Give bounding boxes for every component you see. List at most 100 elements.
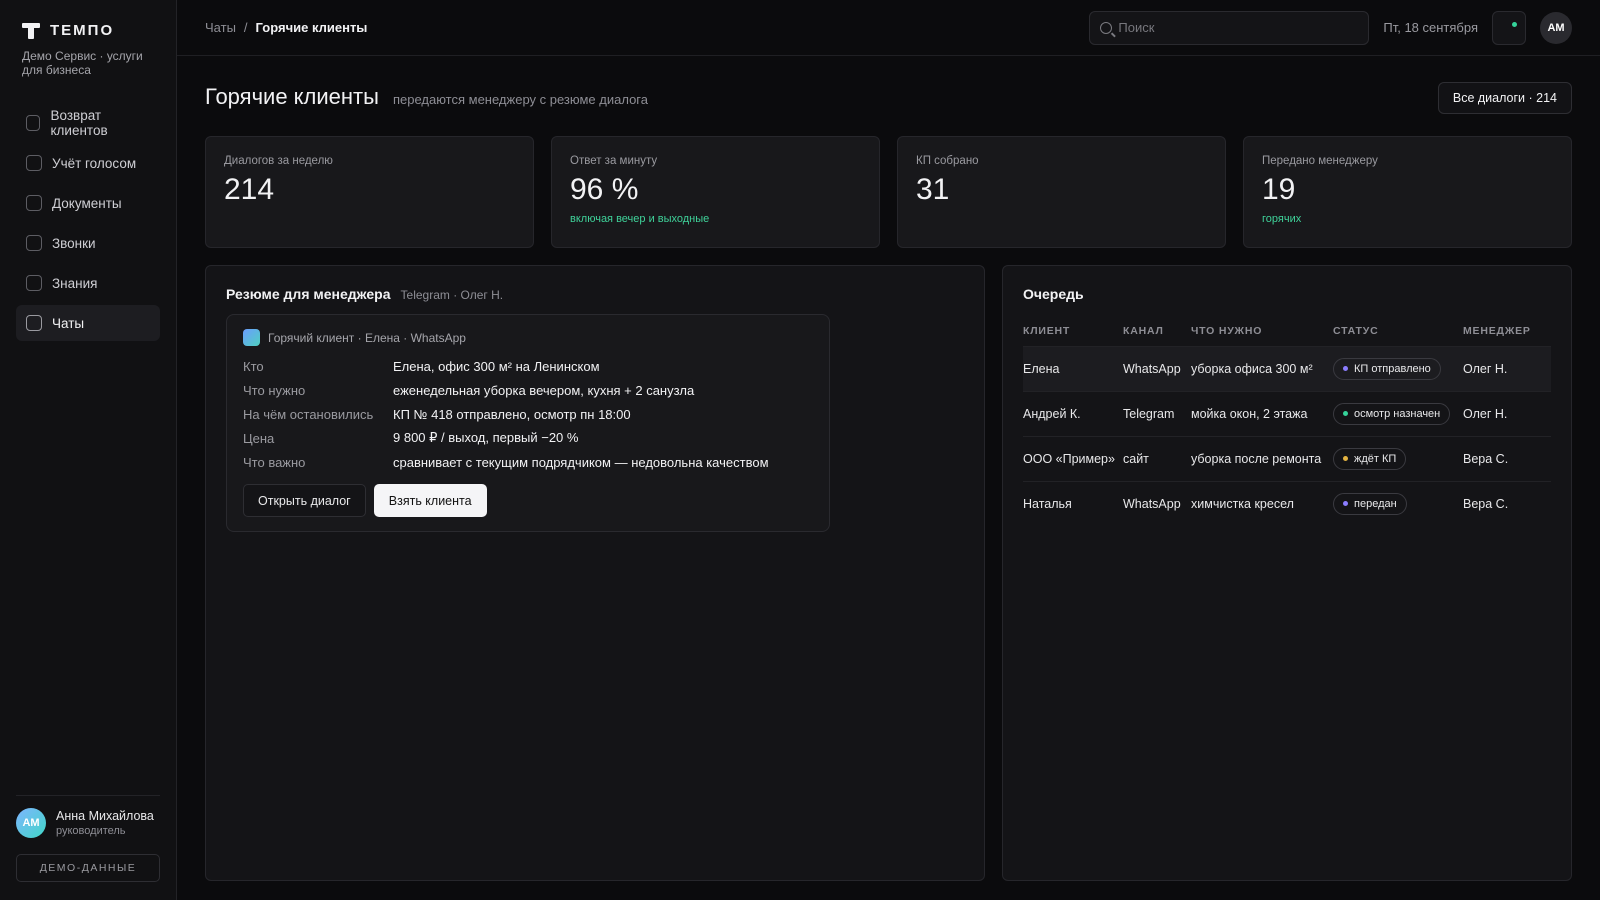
summary-value: сравнивает с текущим подрядчиком — недов… <box>393 454 769 470</box>
status-cell: передан <box>1333 480 1463 526</box>
stat-value: 214 <box>224 173 275 206</box>
client-cell: Андрей К. <box>1023 390 1123 436</box>
breadcrumb-separator: / <box>243 20 248 35</box>
stat-label: Ответ за минуту <box>570 155 658 167</box>
notifications-button[interactable] <box>1492 10 1526 45</box>
summary-actions: Открыть диалог Взять клиента <box>243 484 813 517</box>
user-role: руководитель <box>56 825 126 837</box>
topbar-actions: Пт, 18 сентября АМ <box>1089 10 1572 45</box>
queue-title: Очередь <box>1023 286 1084 302</box>
all-dialogs-button[interactable]: Все диалоги · 214 <box>1437 82 1572 114</box>
status-text: КП отправлено <box>1354 362 1431 375</box>
stat-value: 31 <box>916 173 950 206</box>
stat-card: Передано менеджеру 19 горячих <box>1243 136 1572 248</box>
brand-name: ТЕМПО <box>50 22 115 39</box>
manager-cell: Олег Н. <box>1463 345 1551 391</box>
take-client-button[interactable]: Взять клиента <box>373 484 487 517</box>
status-cell: осмотр назначен <box>1333 390 1463 436</box>
status-dot-icon <box>1343 411 1348 416</box>
summary-row: На чём остановились КП № 418 отправлено, … <box>243 402 813 426</box>
summary-key: Цена <box>243 430 275 446</box>
status-badge: осмотр назначен <box>1333 402 1451 425</box>
status-text: передан <box>1354 497 1397 510</box>
summary-title-text: Резюме для менеджера <box>226 286 391 302</box>
user-avatar: АМ <box>16 808 46 838</box>
column-header[interactable]: КАНАЛ <box>1123 316 1191 346</box>
user-profile[interactable]: АМ Анна Михайлова руководитель <box>16 795 160 838</box>
table-row[interactable]: Андрей К. Telegram мойка окон, 2 этажа о… <box>1023 390 1551 436</box>
sidebar-nav: Возврат клиентов Учёт голосом Документы … <box>16 105 160 343</box>
square-icon <box>26 315 42 331</box>
sidebar-item-label: Возврат клиентов <box>50 108 108 138</box>
breadcrumb-parent[interactable]: Чаты <box>205 20 236 35</box>
stat-note: горячих <box>1262 213 1302 225</box>
table-row[interactable]: ООО «Пример» сайт уборка после ремонта ж… <box>1023 435 1551 481</box>
summary-key: Кто <box>243 358 264 374</box>
summary-row: Что важно сравнивает с текущим подрядчико… <box>243 450 813 474</box>
channel-cell: Telegram <box>1123 390 1191 436</box>
open-dialog-button[interactable]: Открыть диалог <box>243 484 366 517</box>
summary-key: На чём остановились <box>243 406 374 422</box>
stats-row: Диалогов за неделю 214 Ответ за минуту 9… <box>177 136 1600 248</box>
sidebar-item-voice[interactable]: Учёт голосом <box>16 145 160 181</box>
sidebar-item-label: Документы <box>52 195 122 211</box>
table-row[interactable]: Елена WhatsApp уборка офиса 300 м² КП от… <box>1023 345 1551 391</box>
status-cell: ждёт КП <box>1333 435 1463 481</box>
page-title: Горячие клиенты <box>205 84 379 109</box>
status-dot-icon <box>1343 456 1348 461</box>
search-box <box>1089 10 1370 45</box>
status-text: ждёт КП <box>1354 452 1397 465</box>
page-subtitle: передаются менеджеру с резюме диалога <box>392 92 648 107</box>
queue-panel: Очередь КЛИЕНТ КАНАЛ ЧТО НУЖНО СТАТУС МЕ… <box>1002 265 1572 881</box>
channel-cell: WhatsApp <box>1123 345 1191 391</box>
need-cell: уборка после ремонта <box>1191 435 1333 481</box>
column-header[interactable]: КЛИЕНТ <box>1023 316 1123 346</box>
column-header[interactable]: СТАТУС <box>1333 316 1463 346</box>
square-icon <box>26 115 41 131</box>
main-area: Чаты / Горячие клиенты Пт, 18 сентября А… <box>177 0 1600 900</box>
summary-key: Что важно <box>243 454 306 470</box>
channel-cell: WhatsApp <box>1123 480 1191 526</box>
status-dot-icon <box>1343 366 1348 371</box>
sidebar: ТЕМПО Демо Сервис · услуги для бизнеса В… <box>0 0 177 900</box>
status-dot-icon <box>1343 501 1348 507</box>
summary-row: Что нужно еженедельная уборка вечером, ку… <box>243 378 813 402</box>
stat-value: 96 % <box>570 173 639 206</box>
panels: Резюме для менеджера Telegram · Олег Н. Г… <box>177 265 1600 881</box>
stat-label: Диалогов за неделю <box>224 155 333 167</box>
sidebar-item-chats[interactable]: Чаты <box>16 305 160 341</box>
sidebar-item-label: Знания <box>52 275 98 291</box>
status-badge: ждёт КП <box>1333 447 1407 470</box>
topbar: Чаты / Горячие клиенты Пт, 18 сентября А… <box>177 0 1600 56</box>
square-icon <box>26 155 42 171</box>
avatar[interactable]: АМ <box>1540 11 1572 44</box>
client-cell: Елена <box>1023 345 1123 391</box>
table-row[interactable]: Наталья WhatsApp химчистка кресел переда… <box>1023 480 1551 526</box>
client-cell: ООО «Пример» <box>1023 435 1123 481</box>
channel-cell: сайт <box>1123 435 1191 481</box>
stat-card: КП собрано 31 <box>897 136 1226 248</box>
stat-note: включая вечер и выходные <box>570 213 710 225</box>
status-cell: КП отправлено <box>1333 345 1463 391</box>
square-icon <box>26 195 42 211</box>
manager-cell: Вера С. <box>1463 435 1551 481</box>
square-icon <box>26 235 42 251</box>
sidebar-item-return-clients[interactable]: Возврат клиентов <box>16 105 160 141</box>
sidebar-item-knowledge[interactable]: Знания <box>16 265 160 301</box>
search-icon <box>1100 21 1113 34</box>
queue-table: КЛИЕНТ КАНАЛ ЧТО НУЖНО СТАТУС МЕНЕДЖЕР Е… <box>1023 316 1551 526</box>
search-input[interactable] <box>1118 20 1349 35</box>
manager-cell: Вера С. <box>1463 480 1551 526</box>
sidebar-item-documents[interactable]: Документы <box>16 185 160 221</box>
table-header-row: КЛИЕНТ КАНАЛ ЧТО НУЖНО СТАТУС МЕНЕДЖЕР <box>1023 316 1551 346</box>
client-cell: Наталья <box>1023 480 1123 526</box>
hot-client-icon <box>243 329 260 346</box>
sidebar-item-label: Чаты <box>52 315 85 331</box>
demo-data-button[interactable]: ДЕМО-ДАННЫЕ <box>16 854 160 882</box>
column-header[interactable]: ЧТО НУЖНО <box>1191 316 1333 346</box>
sidebar-item-calls[interactable]: Звонки <box>16 225 160 261</box>
status-badge: передан <box>1333 492 1407 515</box>
column-header[interactable]: МЕНЕДЖЕР <box>1463 316 1551 346</box>
summary-row: Кто Елена, офис 300 м² на Ленинском <box>243 354 813 378</box>
manager-cell: Олег Н. <box>1463 390 1551 436</box>
